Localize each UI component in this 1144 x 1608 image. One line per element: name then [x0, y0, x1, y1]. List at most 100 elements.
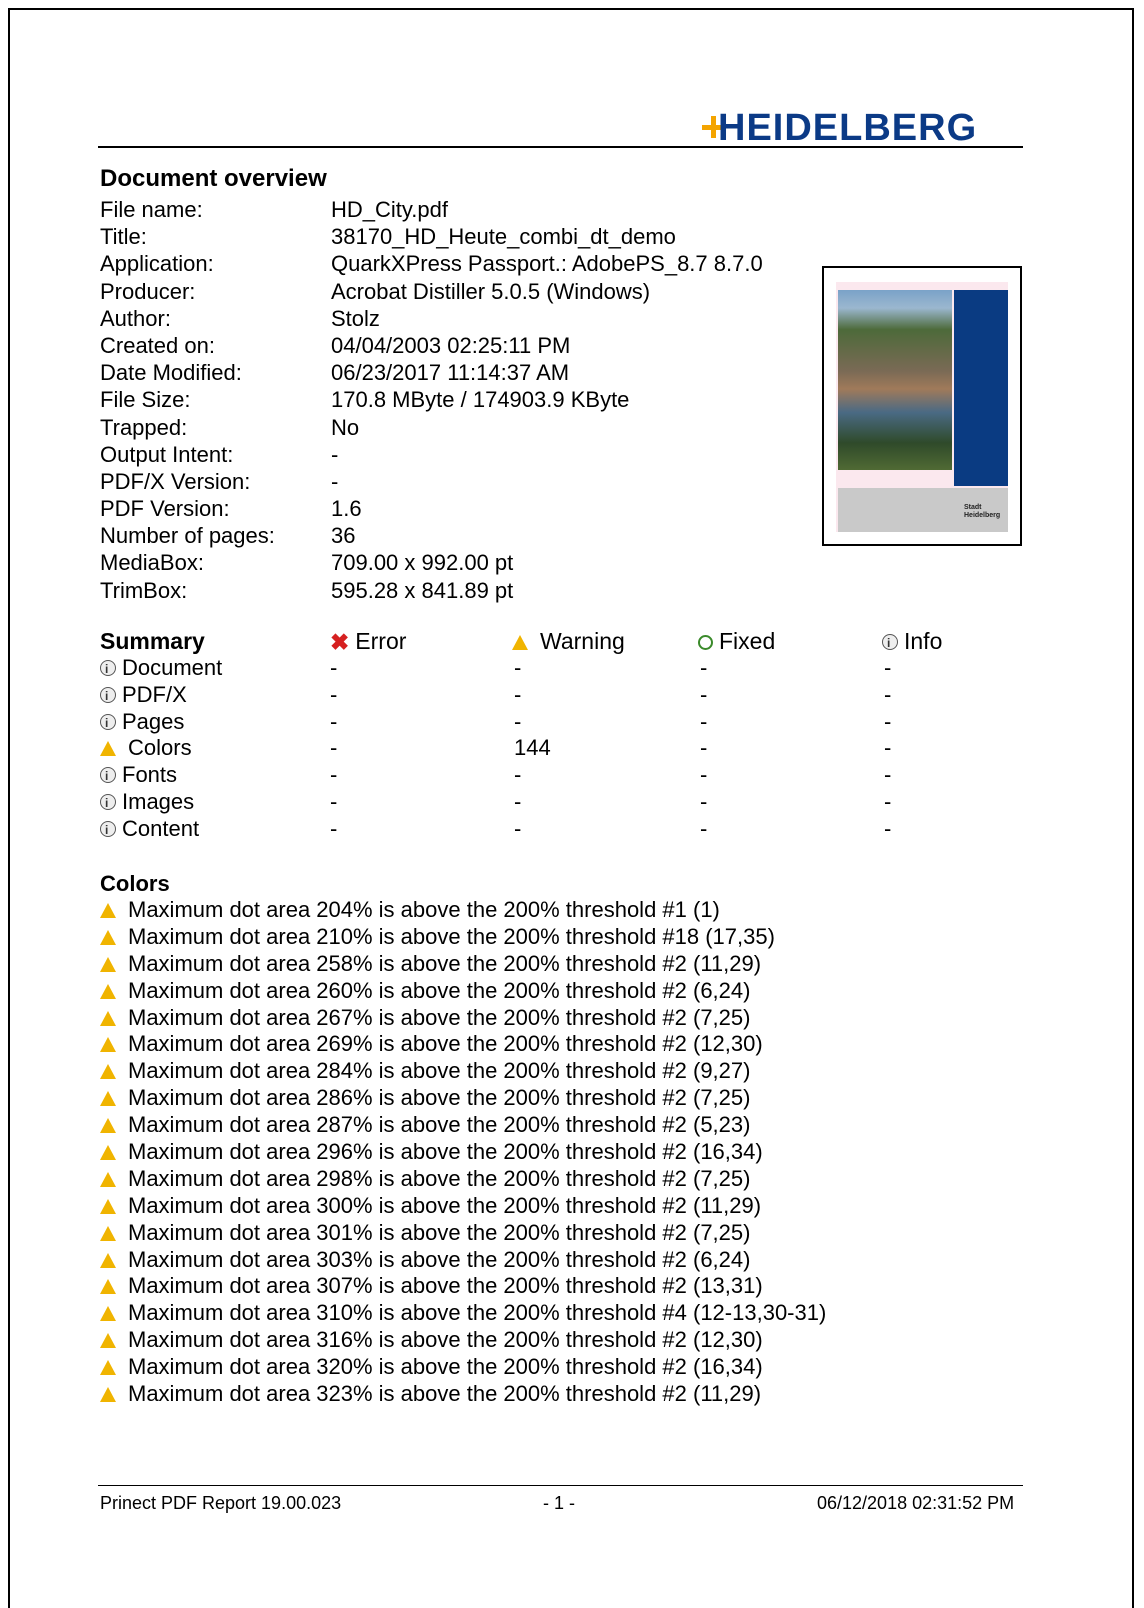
warning-icon — [100, 1118, 116, 1134]
colors-title: Colors — [100, 871, 170, 896]
summary-row-content: Content - - - - — [100, 816, 1000, 843]
color-warning-text: Maximum dot area 210% is above the 200% … — [128, 923, 775, 949]
footer-timestamp: 06/12/2018 02:31:52 PM — [817, 1493, 1015, 1513]
summary-cell-info: - — [884, 681, 892, 707]
summary-cell-fixed: - — [700, 708, 708, 734]
page-thumbnail[interactable]: Stadt Heidelberg — [822, 266, 1022, 546]
summary-cell-fixed: - — [700, 655, 708, 680]
summary-label-text: Document — [122, 655, 223, 680]
summary-label-text: PDF/X — [122, 681, 187, 707]
overview-key: Date Modified: — [100, 360, 242, 386]
color-warning-item: Maximum dot area 210% is above the 200% … — [100, 924, 1000, 951]
color-warning-text: Maximum dot area 267% is above the 200% … — [128, 1004, 751, 1030]
overview-key: Trapped: — [100, 414, 188, 440]
error-icon: ✖ — [330, 629, 350, 655]
header-rule — [98, 146, 1023, 148]
overview-key: PDF Version: — [100, 496, 230, 522]
summary-row-label: PDF/X — [100, 681, 187, 709]
color-warning-text: Maximum dot area 258% is above the 200% … — [128, 950, 762, 976]
color-warning-item: Maximum dot area 284% is above the 200% … — [100, 1058, 1000, 1085]
color-warning-item: Maximum dot area 204% is above the 200% … — [100, 897, 1000, 924]
warning-icon — [100, 1333, 116, 1349]
overview-key: Output Intent: — [100, 441, 234, 467]
summary-cell-error: - — [330, 681, 338, 707]
overview-value: No — [331, 414, 360, 440]
warning-icon — [100, 929, 116, 945]
overview-value: 170.8 MByte / 174903.9 KByte — [331, 387, 630, 413]
color-warning-item: Maximum dot area 260% is above the 200% … — [100, 978, 1000, 1005]
summary-cell-warning: - — [514, 655, 522, 680]
overview-value: - — [331, 441, 339, 467]
warning-icon — [100, 1306, 116, 1322]
summary-cell-warning: - — [514, 708, 522, 734]
info-icon — [100, 710, 116, 736]
overview-row: Producer: Acrobat Distiller 5.0.5 (Window… — [100, 278, 800, 305]
summary-cell-info: - — [884, 789, 892, 814]
color-warning-item: Maximum dot area 298% is above the 200% … — [100, 1166, 1000, 1193]
summary-row-fonts: Fonts - - - - — [100, 762, 1000, 789]
summary-cell-info: - — [884, 655, 892, 680]
overview-row: File Size: 170.8 MByte / 174903.9 KByte — [100, 386, 800, 413]
color-warning-text: Maximum dot area 307% is above the 200% … — [128, 1273, 763, 1299]
info-icon — [100, 763, 116, 789]
summary-title: Summary — [100, 628, 205, 654]
warning-icon — [100, 1252, 116, 1268]
color-warning-item: Maximum dot area 296% is above the 200% … — [100, 1139, 1000, 1166]
color-warning-item: Maximum dot area 267% is above the 200% … — [100, 1005, 1000, 1032]
overview-value: 04/04/2003 02:25:11 PM — [331, 332, 571, 358]
summary-cell-fixed: - — [700, 815, 708, 841]
overview-value: - — [331, 468, 339, 494]
color-warning-item: Maximum dot area 303% is above the 200% … — [100, 1247, 1000, 1274]
overview-row: Output Intent: - — [100, 441, 800, 468]
overview-key: MediaBox: — [100, 550, 204, 576]
warning-icon — [100, 1225, 116, 1241]
overview-row: TrimBox: 595.28 x 841.89 pt — [100, 577, 800, 604]
color-warning-text: Maximum dot area 269% is above the 200% … — [128, 1031, 763, 1057]
thumbnail-page: Stadt Heidelberg — [836, 282, 1008, 532]
summary-cell-info: - — [884, 762, 892, 788]
info-icon — [100, 817, 116, 843]
overview-value: 36 — [331, 523, 356, 549]
summary-label-text: Colors — [128, 735, 192, 761]
warning-icon — [100, 1037, 116, 1053]
thumbnail-blue-panel — [954, 290, 1008, 486]
color-warning-item: Maximum dot area 323% is above the 200% … — [100, 1381, 1000, 1408]
warning-icon — [100, 741, 116, 757]
summary-cell-error: - — [330, 708, 338, 734]
color-warning-text: Maximum dot area 320% is above the 200% … — [128, 1354, 763, 1380]
overview-value: 595.28 x 841.89 pt — [331, 577, 514, 603]
summary-cell-warning: - — [514, 681, 522, 707]
summary-row-colors: Colors - 144 - - — [100, 735, 1000, 762]
summary-label-text: Images — [122, 789, 195, 814]
color-warning-item: Maximum dot area 307% is above the 200% … — [100, 1273, 1000, 1300]
info-icon — [100, 656, 116, 682]
color-warning-text: Maximum dot area 284% is above the 200% … — [128, 1058, 751, 1084]
summary-row-label: Pages — [100, 709, 184, 736]
color-warning-text: Maximum dot area 316% is above the 200% … — [128, 1327, 763, 1353]
color-warning-item: Maximum dot area 287% is above the 200% … — [100, 1112, 1000, 1139]
summary-row-label: Images — [100, 789, 195, 816]
overview-row: File name: HD_City.pdf — [100, 196, 800, 223]
summary-label-text: Fonts — [122, 762, 178, 788]
summary-cell-warning: - — [514, 762, 522, 788]
overview-row: Title: 38170_HD_Heute_combi_dt_demo — [100, 223, 800, 250]
color-warning-text: Maximum dot area 300% is above the 200% … — [128, 1192, 762, 1218]
color-warning-item: Maximum dot area 301% is above the 200% … — [100, 1220, 1000, 1247]
summary-cell-warning: - — [514, 815, 522, 841]
info-icon — [100, 790, 116, 816]
overview-row: Trapped: No — [100, 414, 800, 441]
footer-product: Prinect PDF Report 19.00.023 — [100, 1493, 342, 1513]
info-icon — [882, 630, 898, 656]
warning-icon — [100, 956, 116, 972]
overview-key: Application: — [100, 251, 214, 277]
color-warning-text: Maximum dot area 204% is above the 200% … — [128, 897, 720, 922]
overview-title: Document overview — [100, 165, 327, 192]
overview-value: 38170_HD_Heute_combi_dt_demo — [331, 224, 676, 250]
logo-cross-vertical — [711, 116, 716, 138]
warning-icon — [100, 1145, 116, 1161]
overview-value: HD_City.pdf — [331, 197, 448, 222]
summary-cell-fixed: - — [700, 735, 708, 761]
footer-page-number: - 1 - — [543, 1493, 576, 1513]
color-warning-text: Maximum dot area 301% is above the 200% … — [128, 1219, 751, 1245]
summary-row-pages: Pages - - - - — [100, 709, 1000, 736]
